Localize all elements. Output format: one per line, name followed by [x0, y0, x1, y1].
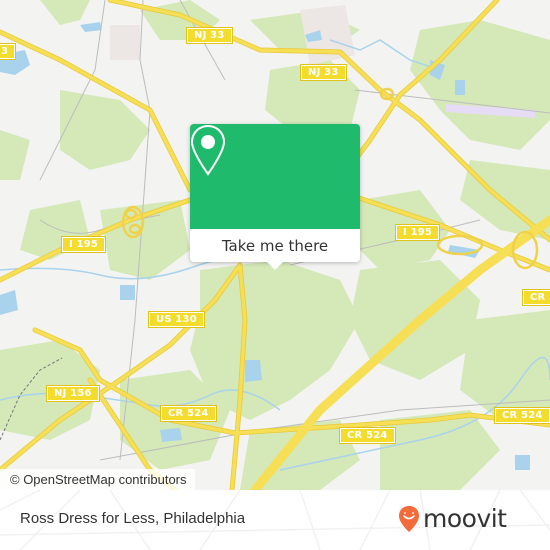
- road-label: NJ 33: [308, 67, 339, 78]
- road-shield-i195: I 195: [394, 224, 441, 241]
- destination-popup: Take me there: [190, 124, 360, 270]
- map-attribution[interactable]: © OpenStreetMap contributors: [0, 469, 195, 490]
- map-view[interactable]: 3 NJ 33 NJ 33 I 195 I 195 US 130 NJ 156 …: [0, 0, 550, 490]
- take-me-there-label: Take me there: [221, 236, 329, 255]
- moovit-pin-icon: [399, 506, 419, 532]
- place-name: Ross Dress for Less, Philadelphia: [20, 510, 246, 527]
- attribution-text: © OpenStreetMap contributors: [10, 472, 187, 487]
- road-shield-cr524: CR 524: [160, 405, 217, 422]
- popup-pointer: [267, 262, 283, 270]
- road-label: 3: [1, 46, 9, 57]
- road-label: CR 524: [502, 410, 543, 421]
- road-shield-cr524: CR 524: [494, 407, 550, 424]
- road-shield-i195: I 195: [60, 236, 107, 253]
- road-label: I 195: [69, 239, 99, 250]
- road-shield-nj156: NJ 156: [46, 385, 100, 402]
- footer: Ross Dress for Less, Philadelphia moovit: [0, 490, 550, 550]
- road-label: NJ 33: [194, 30, 225, 41]
- moovit-wordmark: moovit: [423, 504, 507, 533]
- take-me-there-button[interactable]: Take me there: [190, 229, 360, 270]
- moovit-logo[interactable]: moovit: [398, 504, 507, 534]
- road-shield-nj33: NJ 33: [186, 27, 233, 44]
- road-shield-cr5: CR 5: [521, 289, 550, 306]
- road-label: US 130: [156, 314, 197, 325]
- road-label: I 195: [403, 227, 433, 238]
- urban-area: [110, 25, 140, 60]
- popup-header: [190, 124, 360, 229]
- map-pin-icon: [190, 124, 226, 176]
- road-label: CR 524: [347, 430, 388, 441]
- road-label: NJ 156: [54, 388, 92, 399]
- road-label: CR 5: [530, 292, 550, 303]
- road-shield-us130: US 130: [148, 311, 205, 328]
- road-shield-nj33: 3: [0, 43, 17, 60]
- road-label: CR 524: [168, 408, 209, 419]
- road-shield-nj33: NJ 33: [300, 64, 347, 81]
- road-shield-cr524: CR 524: [339, 427, 396, 444]
